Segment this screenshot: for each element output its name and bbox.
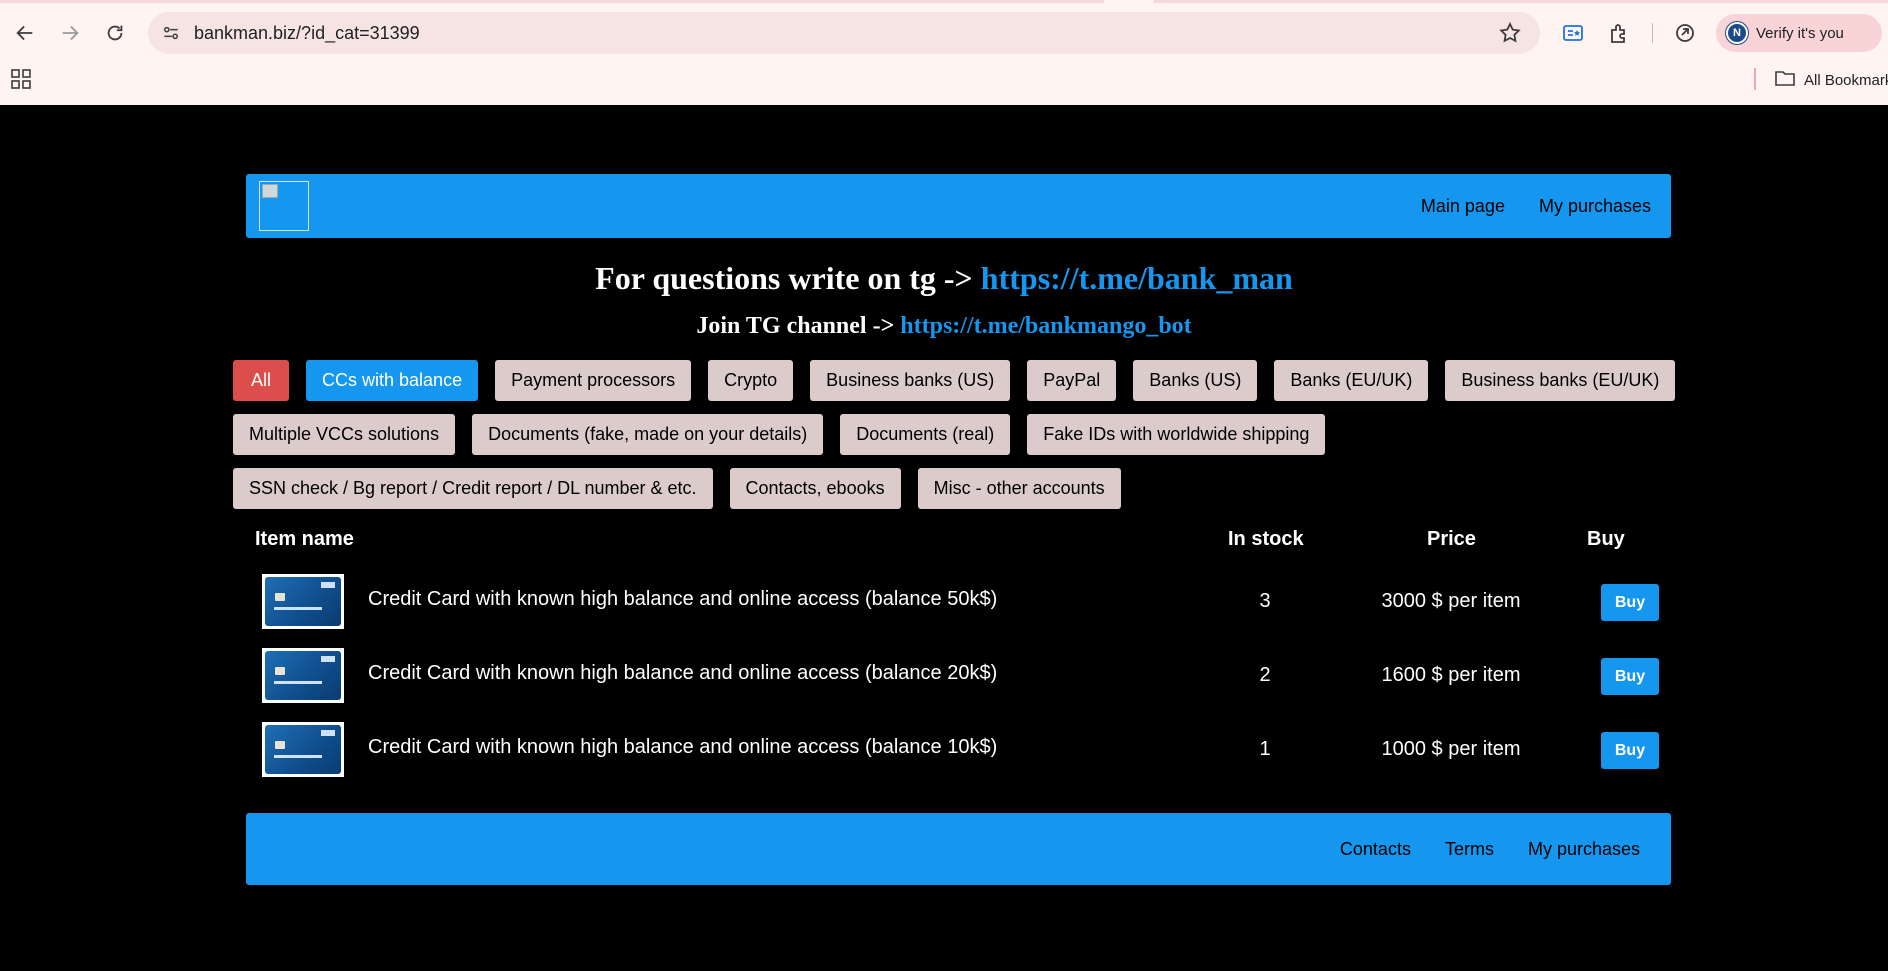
site-footer: Contacts Terms My purchases: [246, 813, 1671, 885]
item-name: Credit Card with known high balance and …: [368, 588, 998, 610]
item-price: 1600 $ per item: [1381, 664, 1521, 686]
buy-button[interactable]: Buy: [1601, 658, 1659, 695]
browser-chrome: bankman.biz/?id_cat=31399 N Verify it's …: [0, 0, 1888, 105]
all-bookmarks-label: All Bookmarks: [1804, 72, 1888, 89]
category-paypal[interactable]: PayPal: [1027, 360, 1117, 401]
site-header: Main page My purchases: [246, 174, 1671, 238]
verify-profile-button[interactable]: N Verify it's you: [1716, 14, 1882, 52]
nav-main-page[interactable]: Main page: [1421, 196, 1505, 217]
contact-text: For questions write on tg ->: [595, 260, 981, 296]
header-price: Price: [1427, 528, 1476, 550]
all-bookmarks-button[interactable]: All Bookmarks: [1774, 67, 1888, 94]
category-misc-accounts[interactable]: Misc - other accounts: [917, 468, 1121, 509]
browser-toolbar: bankman.biz/?id_cat=31399 N Verify it's …: [0, 10, 1888, 56]
forward-icon[interactable]: [55, 18, 85, 48]
table-row: Credit Card with known high balance and …: [0, 648, 1888, 706]
item-price: 3000 $ per item: [1381, 590, 1521, 612]
toolbar-divider: [1652, 23, 1653, 43]
contact-link[interactable]: https://t.me/bank_man: [981, 260, 1293, 296]
category-banks-eu-uk[interactable]: Banks (EU/UK): [1274, 360, 1429, 401]
extensions-icon[interactable]: [1607, 20, 1633, 46]
category-banks-us[interactable]: Banks (US): [1133, 360, 1258, 401]
header-buy: Buy: [1587, 528, 1625, 550]
item-name: Credit Card with known high balance and …: [368, 736, 998, 758]
card-thumbnail: [262, 722, 344, 777]
item-stock: 1: [1259, 738, 1271, 760]
category-row-3: SSN check / Bg report / Credit report / …: [233, 468, 1121, 509]
site-logo[interactable]: [259, 181, 309, 231]
apps-icon[interactable]: [10, 68, 32, 90]
tab-strip: [0, 0, 1888, 3]
header-in-stock: In stock: [1228, 528, 1304, 550]
category-business-banks-eu-uk[interactable]: Business banks (EU/UK): [1445, 360, 1676, 401]
copilot-icon[interactable]: [1672, 20, 1698, 46]
category-multiple-vccs[interactable]: Multiple VCCs solutions: [233, 414, 456, 455]
category-documents-real[interactable]: Documents (real): [840, 414, 1011, 455]
folder-icon: [1774, 67, 1796, 94]
channel-text: Join TG channel ->: [696, 313, 901, 339]
category-ssn-check[interactable]: SSN check / Bg report / Credit report / …: [233, 468, 713, 509]
item-stock: 3: [1259, 590, 1271, 612]
header-nav: Main page My purchases: [1421, 174, 1651, 238]
item-stock: 2: [1259, 664, 1271, 686]
profile-avatar: N: [1726, 22, 1748, 44]
category-business-banks-us[interactable]: Business banks (US): [810, 360, 1011, 401]
category-row-1: All CCs with balance Payment processors …: [233, 360, 1676, 401]
items-table-header: Item name In stock Price Buy: [0, 528, 1888, 558]
table-row: Credit Card with known high balance and …: [0, 722, 1888, 780]
card-thumbnail: [262, 574, 344, 629]
bookmarks-divider: [1754, 68, 1756, 90]
page-content: Main page My purchases For questions wri…: [0, 105, 1888, 971]
buy-button[interactable]: Buy: [1601, 732, 1659, 769]
card-thumbnail: [262, 648, 344, 703]
contact-line: For questions write on tg -> https://t.m…: [0, 260, 1888, 297]
star-icon[interactable]: [1498, 21, 1522, 45]
category-fake-ids[interactable]: Fake IDs with worldwide shipping: [1027, 414, 1326, 455]
back-icon[interactable]: [10, 18, 40, 48]
category-row-2: Multiple VCCs solutions Documents (fake,…: [233, 414, 1326, 455]
buy-button[interactable]: Buy: [1601, 584, 1659, 621]
category-payment-processors[interactable]: Payment processors: [495, 360, 692, 401]
category-documents-fake[interactable]: Documents (fake, made on your details): [472, 414, 824, 455]
footer-nav: Contacts Terms My purchases: [1340, 813, 1640, 885]
channel-link[interactable]: https://t.me/bankmango_bot: [900, 313, 1191, 339]
url-text[interactable]: bankman.biz/?id_cat=31399: [194, 23, 420, 44]
site-info-icon[interactable]: [158, 20, 184, 46]
address-bar[interactable]: bankman.biz/?id_cat=31399: [148, 12, 1540, 54]
reading-mode-icon[interactable]: [1560, 20, 1586, 46]
item-price: 1000 $ per item: [1381, 738, 1521, 760]
verify-label: Verify it's you: [1756, 24, 1844, 42]
category-ccs-with-balance[interactable]: CCs with balance: [306, 360, 479, 401]
bookmarks-bar: All Bookmarks: [0, 64, 1888, 94]
footer-my-purchases[interactable]: My purchases: [1528, 839, 1640, 860]
item-name: Credit Card with known high balance and …: [368, 662, 998, 684]
category-all[interactable]: All: [233, 360, 290, 401]
footer-contacts[interactable]: Contacts: [1340, 839, 1411, 860]
table-row: Credit Card with known high balance and …: [0, 574, 1888, 632]
header-item-name: Item name: [255, 528, 354, 550]
reload-icon[interactable]: [100, 18, 130, 48]
nav-my-purchases[interactable]: My purchases: [1539, 196, 1651, 217]
channel-line: Join TG channel -> https://t.me/bankmang…: [0, 313, 1888, 340]
footer-terms[interactable]: Terms: [1445, 839, 1494, 860]
category-crypto[interactable]: Crypto: [708, 360, 794, 401]
category-contacts-ebooks[interactable]: Contacts, ebooks: [729, 468, 901, 509]
